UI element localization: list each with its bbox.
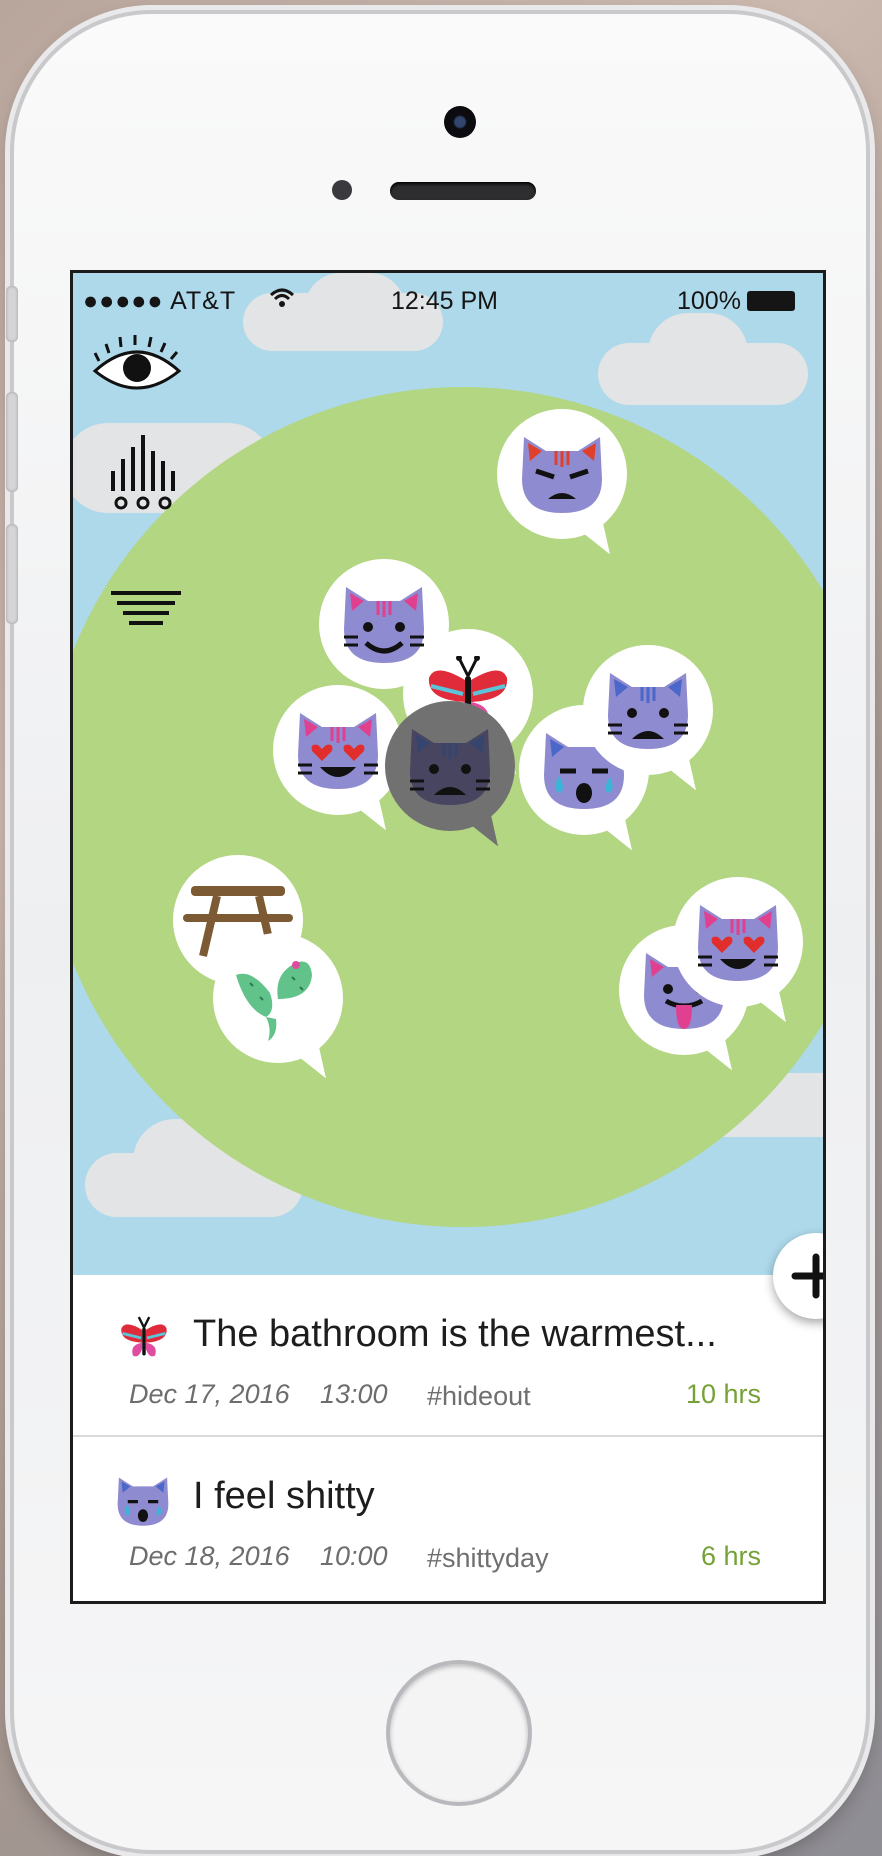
- front-camera: [444, 106, 476, 138]
- post-title: I feel shitty: [193, 1475, 375, 1517]
- sound-wave-icon[interactable]: [107, 431, 181, 511]
- plus-icon: [791, 1253, 823, 1299]
- post-list: The bathroom is the warmest... Dec 17, 2…: [73, 1275, 823, 1601]
- heart-eyes-cat-icon: [298, 713, 378, 789]
- battery-label: 100%: [677, 287, 741, 315]
- map-bubble-frowning-cat[interactable]: [583, 645, 713, 775]
- app-screen: ●●●●● AT&T 12:45 PM 100% The bathroom is…: [70, 270, 826, 1604]
- post-date: Dec 17, 2016: [129, 1379, 290, 1409]
- menu-lines-icon[interactable]: [109, 589, 183, 629]
- earpiece-speaker: [390, 182, 536, 200]
- post-age: 10 hrs: [685, 1379, 761, 1409]
- post-tag[interactable]: #hideout: [427, 1381, 531, 1412]
- status-time: 12:45 PM: [391, 287, 499, 315]
- mute-switch: [6, 286, 18, 342]
- map-bubble-angry-cat[interactable]: [497, 409, 627, 539]
- cactus-icon: [236, 961, 312, 1041]
- map-bubble-heart-eyes-cat[interactable]: [273, 685, 403, 815]
- list-item[interactable]: The bathroom is the warmest... Dec 17, 2…: [73, 1275, 823, 1435]
- post-title: The bathroom is the warmest...: [193, 1313, 717, 1355]
- list-item[interactable]: I feel shitty Dec 18, 2016 10:00 #shitty…: [73, 1435, 823, 1597]
- frowning-cat-icon: [608, 673, 688, 749]
- volume-up-button: [6, 392, 18, 492]
- volume-down-button: [6, 524, 18, 624]
- post-time: 13:00: [320, 1379, 388, 1409]
- post-time: 10:00: [320, 1541, 388, 1571]
- map-bubble-cactus[interactable]: [213, 933, 343, 1063]
- post-age: 6 hrs: [700, 1541, 761, 1571]
- butterfly-icon: [121, 1316, 167, 1357]
- heart-eyes-cat-icon: [698, 905, 778, 981]
- crying-cat-icon: [117, 1477, 169, 1526]
- proximity-sensor: [332, 180, 352, 200]
- sad-cat-icon: [410, 729, 490, 805]
- angry-cat-icon: [522, 437, 602, 513]
- map-bubble-heart-eyes-cat-2[interactable]: [673, 877, 803, 1007]
- post-tag[interactable]: #shittyday: [427, 1543, 549, 1574]
- map-bubble-selected-cat[interactable]: [385, 701, 515, 831]
- eye-icon[interactable]: [91, 335, 183, 403]
- wifi-icon: [269, 288, 295, 307]
- carrier-label: ●●●●● AT&T: [83, 287, 237, 315]
- battery-icon: [747, 291, 795, 311]
- home-button[interactable]: [386, 1660, 532, 1806]
- post-date: Dec 18, 2016: [129, 1541, 290, 1571]
- status-bar: ●●●●● AT&T 12:45 PM 100%: [73, 273, 823, 329]
